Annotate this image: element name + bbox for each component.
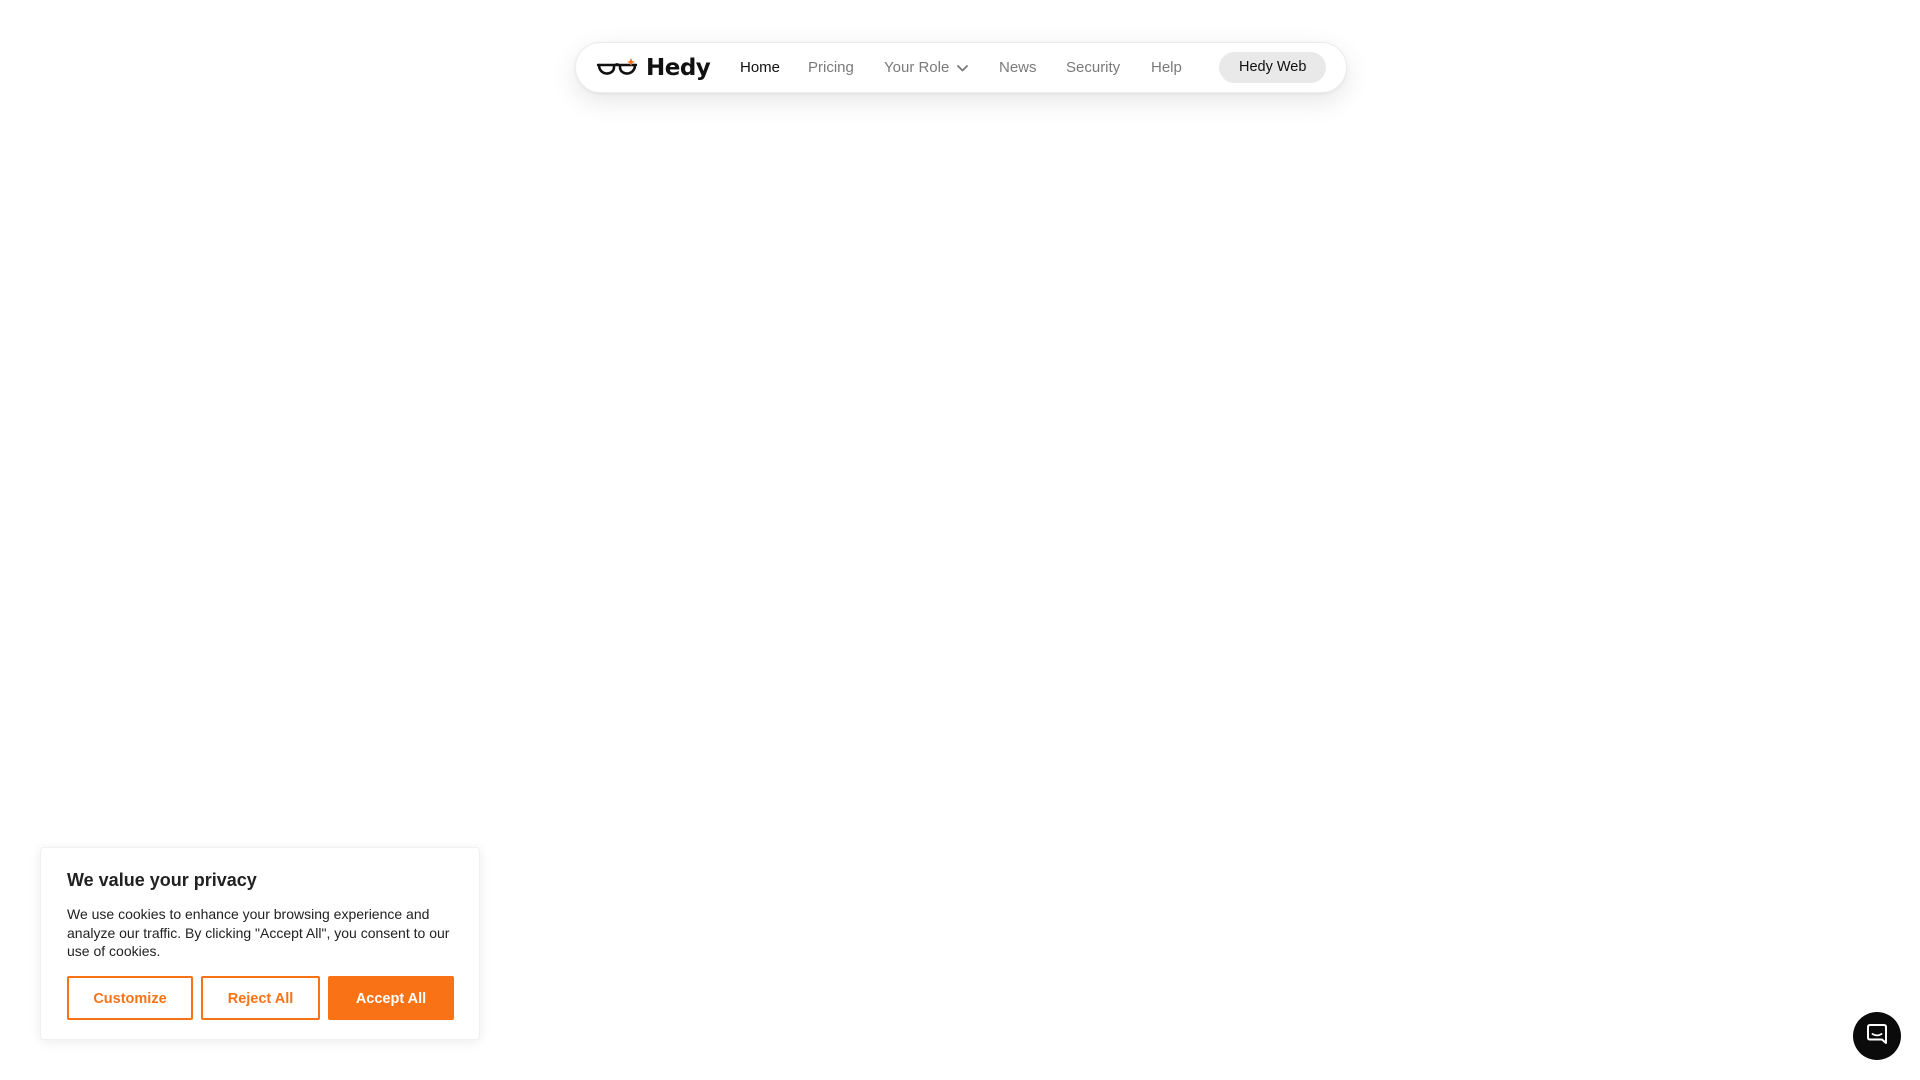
cookie-title: We value your privacy: [67, 870, 257, 890]
brand-name: Hedy: [646, 55, 711, 81]
chat-bubble-icon: [1865, 1022, 1889, 1051]
reject-all-button[interactable]: Reject All: [201, 976, 320, 1020]
customize-button[interactable]: Customize: [67, 976, 193, 1020]
nav-link-security[interactable]: Security: [1066, 59, 1120, 77]
glasses-icon: [596, 56, 638, 80]
nav-link-pricing[interactable]: Pricing: [808, 59, 854, 77]
nav-link-home[interactable]: Home: [740, 59, 780, 77]
cookie-consent-banner: We value your privacy We use cookies to …: [40, 847, 480, 1040]
nav-link-help[interactable]: Help: [1151, 59, 1182, 77]
nav-dropdown-your-role[interactable]: Your Role: [884, 59, 969, 77]
brand-logo-link[interactable]: Hedy: [596, 51, 711, 85]
cookie-description: We use cookies to enhance your browsing …: [67, 906, 450, 959]
top-navigation: Hedy Home Pricing Your Role News Securit…: [575, 42, 1347, 93]
accept-all-button[interactable]: Accept All: [328, 976, 454, 1020]
chevron-down-icon: [957, 59, 969, 77]
chat-launcher-button[interactable]: [1853, 1012, 1901, 1060]
nav-dropdown-label: Your Role: [884, 59, 950, 76]
nav-link-news[interactable]: News: [999, 59, 1037, 77]
hedy-web-button[interactable]: Hedy Web: [1219, 52, 1327, 83]
